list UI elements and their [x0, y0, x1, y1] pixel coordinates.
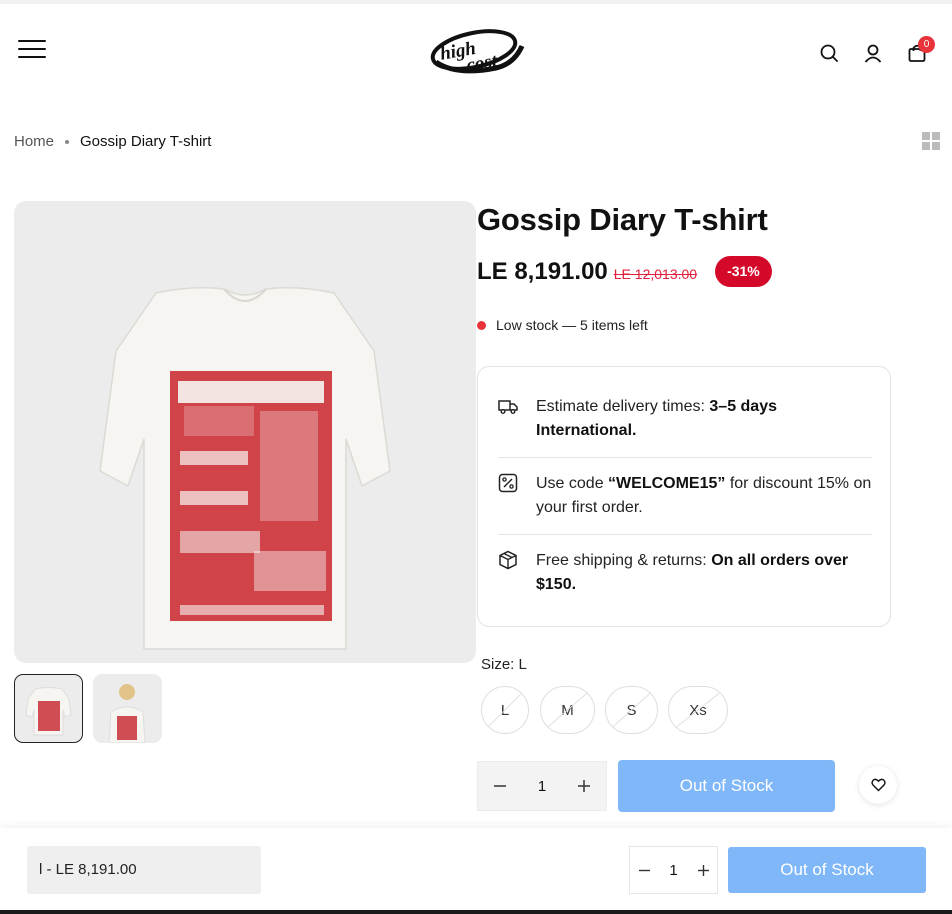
increase-quantity-button[interactable] [562, 761, 606, 811]
out-of-stock-button[interactable]: Out of Stock [618, 760, 835, 812]
sticky-quantity-stepper: 1 [629, 846, 718, 894]
price-row: LE 8,191.00 LE 12,013.00 -31% [477, 256, 772, 287]
selected-size: L [518, 656, 527, 673]
search-icon[interactable] [818, 42, 840, 64]
box-icon [498, 550, 518, 570]
breadcrumb-home-link[interactable]: Home [14, 133, 54, 150]
quantity-input[interactable]: 1 [522, 778, 562, 795]
divider [498, 457, 872, 458]
discount-badge: -31% [715, 256, 772, 287]
sticky-out-of-stock-button[interactable]: Out of Stock [728, 847, 926, 893]
breadcrumb: Home Gossip Diary T-shirt [14, 133, 211, 150]
decrease-quantity-button[interactable] [630, 847, 658, 893]
product-thumbnail[interactable] [14, 674, 83, 743]
shipping-info: Free shipping & returns: On all orders o… [498, 549, 872, 597]
discount-code: “WELCOME15” [608, 475, 726, 492]
user-icon[interactable] [862, 42, 884, 64]
truck-icon [498, 396, 518, 416]
size-option-m[interactable]: M [540, 686, 595, 734]
divider [498, 534, 872, 535]
size-label: Size: L [481, 656, 527, 673]
svg-text:cost: cost [465, 50, 499, 76]
discount-code-info: Use code “WELCOME15” for discount 15% on… [498, 472, 872, 520]
info-box: Estimate delivery times: 3–5 days Intern… [477, 366, 891, 627]
site-header: high cost [0, 4, 952, 94]
heart-icon[interactable] [859, 766, 897, 804]
breadcrumb-current: Gossip Diary T-shirt [80, 133, 212, 150]
stock-indicator-dot [477, 320, 486, 330]
size-option-xs[interactable]: Xs [668, 686, 728, 734]
delivery-label: Estimate delivery times: [536, 398, 710, 415]
product-price: LE 8,191.00 [477, 257, 608, 285]
quantity-input[interactable]: 1 [658, 862, 689, 879]
compare-at-price: LE 12,013.00 [613, 265, 698, 282]
product-thumbnail[interactable] [93, 674, 162, 743]
variant-select[interactable]: l - LE 8,191.00 [27, 846, 261, 894]
percent-icon [498, 473, 518, 493]
product-title: Gossip Diary T-shirt [477, 202, 768, 237]
decrease-quantity-button[interactable] [478, 761, 522, 811]
quantity-stepper: 1 [477, 761, 607, 811]
size-option-l[interactable]: L [481, 686, 529, 734]
hamburger-menu-icon[interactable] [18, 40, 46, 60]
cart-count-badge: 0 [918, 36, 935, 53]
bottom-edge [0, 910, 952, 914]
product-main-image[interactable] [14, 201, 476, 663]
increase-quantity-button[interactable] [689, 847, 717, 893]
code-label: Use code [536, 475, 609, 492]
brand-logo[interactable]: high cost [426, 24, 526, 80]
stock-text: Low stock — 5 items left [496, 317, 648, 333]
size-option-s[interactable]: S [605, 686, 658, 734]
delivery-info: Estimate delivery times: 3–5 days Intern… [498, 395, 872, 443]
grid-layout-icon[interactable] [922, 132, 940, 150]
stock-status: Low stock — 5 items left [477, 317, 648, 333]
sticky-add-to-cart-bar: l - LE 8,191.00 1 Out of Stock [0, 828, 952, 910]
breadcrumb-separator [65, 139, 70, 144]
shipping-label: Free shipping & returns: [536, 552, 712, 569]
